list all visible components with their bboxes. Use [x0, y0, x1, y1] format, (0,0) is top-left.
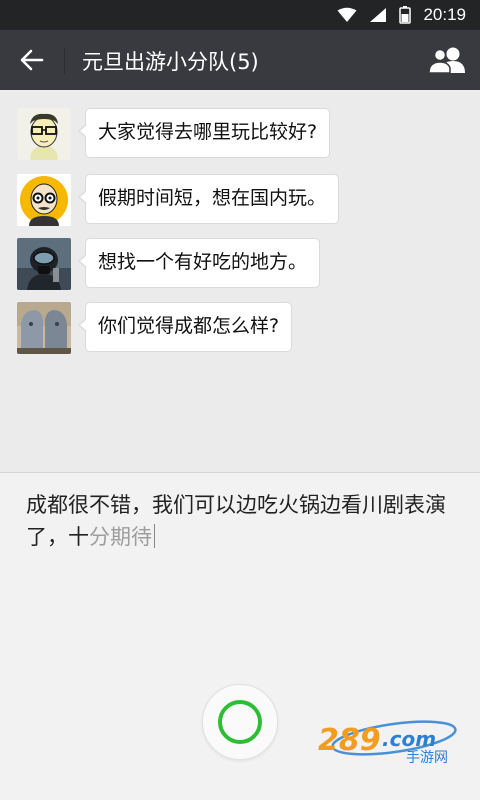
message-row: 假期时间短，想在国内玩。 [17, 174, 340, 226]
message-bubble[interactable]: 你们觉得成都怎么样? [77, 302, 293, 352]
status-time: 20:19 [423, 5, 466, 24]
avatar-glasses-man-icon [17, 108, 71, 160]
chat-title: 元旦出游小分队(5) [82, 50, 259, 74]
battery-icon [399, 6, 412, 24]
title-divider [64, 48, 65, 74]
watermark-logo-icon: 289 .com 手游网 [318, 720, 457, 766]
avatar-bald-cartoon-icon [17, 174, 71, 226]
message-row: 想找一个有好吃的地方。 [17, 238, 321, 290]
status-bar: 20:19 [0, 0, 480, 30]
chat-area: 大家觉得去哪里玩比较好? 假期时间短，想在国内玩。 想找一个有好吃的地方。 你们… [0, 90, 480, 472]
voice-input-icon [218, 700, 262, 744]
message-bubble[interactable]: 大家觉得去哪里玩比较好? [77, 108, 331, 158]
back-arrow-icon [20, 49, 44, 71]
group-members-button[interactable] [426, 42, 468, 78]
input-pending-text: 分期待 [89, 525, 152, 549]
avatar[interactable] [17, 238, 71, 290]
signal-icon [370, 8, 387, 22]
message-row: 你们觉得成都怎么样? [17, 302, 293, 354]
svg-text:289: 289 [318, 723, 381, 758]
message-bubble[interactable]: 想找一个有好吃的地方。 [77, 238, 321, 288]
back-button[interactable] [10, 40, 54, 80]
avatar[interactable] [17, 108, 71, 160]
watermark-logo: 289 .com 手游网 [316, 716, 466, 766]
wifi-icon [337, 7, 357, 22]
title-bar: 元旦出游小分队(5) [0, 30, 480, 90]
avatar-album-faces-icon [17, 302, 71, 354]
svg-text:.com: .com [382, 727, 436, 751]
text-caret [154, 524, 155, 548]
message-bubble[interactable]: 假期时间短，想在国内玩。 [77, 174, 340, 224]
avatar-diver-icon [17, 238, 71, 290]
voice-record-button[interactable] [202, 684, 278, 760]
group-members-icon [428, 47, 465, 74]
svg-text:手游网: 手游网 [406, 750, 448, 766]
message-row: 大家觉得去哪里玩比较好? [17, 108, 331, 160]
avatar[interactable] [17, 302, 71, 354]
avatar[interactable] [17, 174, 71, 226]
message-input[interactable]: 成都很不错，我们可以边吃火锅边看川剧表演了，十分期待 [26, 489, 466, 553]
